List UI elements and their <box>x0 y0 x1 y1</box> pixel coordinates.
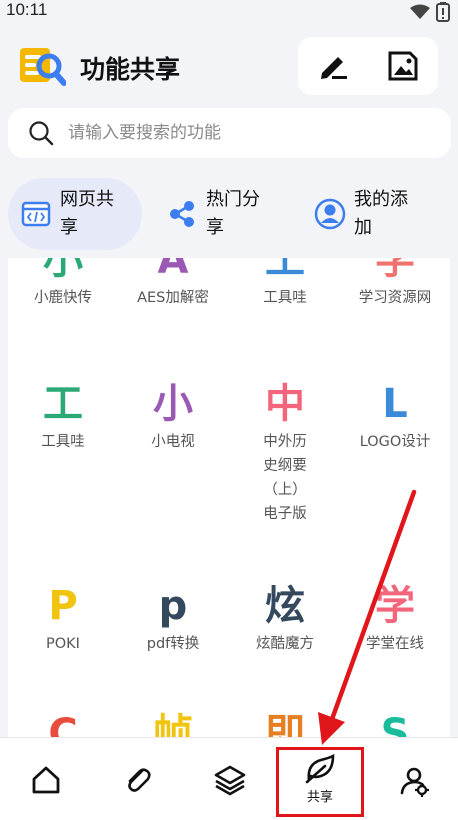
grid-item[interactable]: 小 小电视 <box>118 380 228 454</box>
grid-item[interactable]: L LOGO设计 <box>340 380 450 454</box>
item-label: LOGO设计 <box>359 434 431 450</box>
status-icons <box>410 2 450 22</box>
webpage-code-icon <box>20 198 52 230</box>
grid-item[interactable]: 即 <box>230 710 340 738</box>
pencil-icon <box>321 57 347 79</box>
tab-label: 网页共享 <box>60 189 114 238</box>
item-glyph: 帧 <box>153 711 193 738</box>
bottom-nav: 共享 <box>0 737 458 820</box>
grid-item[interactable]: 小 小鹿快传 <box>8 258 118 310</box>
tab-label: 热门分享 <box>206 189 260 238</box>
function-grid: 小 小鹿快传 A AES加解密 工 工具哇 学 学习资源网 工 工具哇 小 小电… <box>8 258 450 738</box>
tab-webpage-share[interactable]: 网页共享 <box>8 178 142 250</box>
image-icon <box>388 51 418 81</box>
grid-item[interactable]: 学 学堂在线 <box>340 582 450 656</box>
grid-item[interactable]: 炫 炫酷魔方 <box>230 582 340 656</box>
item-glyph: 学 <box>375 583 415 629</box>
item-glyph: 小 <box>43 258 83 283</box>
grid-item[interactable]: 学 学习资源网 <box>340 258 450 310</box>
item-glyph: C <box>48 711 78 738</box>
nav-share-label: 共享 <box>306 790 333 805</box>
item-label: 学堂在线 <box>366 636 424 652</box>
leaf-icon <box>305 754 335 784</box>
item-label: 学习资源网 <box>358 290 432 306</box>
tab-hot-share[interactable]: 热门分享 <box>166 178 296 250</box>
wifi-icon <box>410 4 430 19</box>
image-button[interactable] <box>383 46 423 86</box>
grid-item[interactable]: A AES加解密 <box>118 258 228 310</box>
grid-item[interactable]: 工 工具哇 <box>8 380 118 454</box>
search-input[interactable] <box>68 123 408 143</box>
app-logo-icon <box>20 48 66 86</box>
grid-item[interactable]: S <box>340 710 450 738</box>
item-glyph: 学 <box>375 258 415 283</box>
item-glyph: 即 <box>265 711 305 738</box>
item-glyph: 中 <box>265 381 305 427</box>
item-glyph: 工 <box>43 381 83 427</box>
tab-label: 我的添加 <box>354 189 408 238</box>
grid-item[interactable]: p pdf转换 <box>118 582 228 656</box>
layers-icon <box>214 765 245 795</box>
profile-gear-icon <box>400 767 429 797</box>
item-label: 小鹿快传 <box>34 290 92 306</box>
share-icon <box>166 198 198 230</box>
nav-share[interactable]: 共享 <box>276 738 364 820</box>
paperclip-icon <box>127 767 151 792</box>
item-glyph: P <box>48 583 78 629</box>
grid-item[interactable]: 工 工具哇 <box>230 258 340 310</box>
tab-my-added[interactable]: 我的添加 <box>314 178 444 250</box>
item-glyph: 工 <box>265 258 305 283</box>
item-glyph: A <box>157 258 189 283</box>
nav-attachments[interactable] <box>92 738 183 820</box>
item-label: pdf转换 <box>146 636 200 652</box>
item-label: AES加解密 <box>137 290 209 306</box>
item-label: 工具哇 <box>41 434 85 450</box>
status-bar: 10:11 <box>0 0 458 24</box>
item-label: 中外历史纲要（上）电子版 <box>263 434 307 522</box>
item-glyph: 小 <box>153 381 193 427</box>
header-actions <box>298 37 438 95</box>
nav-home[interactable] <box>0 738 91 820</box>
user-circle-icon <box>314 198 346 230</box>
item-label: 小电视 <box>151 434 195 450</box>
search-icon <box>29 121 54 146</box>
item-glyph: 炫 <box>265 583 305 629</box>
grid-item[interactable]: 中 中外历史纲要（上）电子版 <box>230 380 340 526</box>
item-glyph: p <box>158 583 188 629</box>
item-label: 工具哇 <box>263 290 307 306</box>
item-glyph: S <box>380 711 410 738</box>
grid-item[interactable]: P POKI <box>8 582 118 656</box>
home-icon <box>32 766 59 793</box>
battery-icon <box>436 2 450 22</box>
page-title: 功能共享 <box>80 55 181 84</box>
item-label: POKI <box>46 636 80 652</box>
grid-item[interactable]: C <box>8 710 118 738</box>
grid-item[interactable]: 帧 <box>118 710 228 738</box>
nav-layers[interactable] <box>184 738 275 820</box>
nav-profile[interactable] <box>368 738 458 820</box>
edit-button[interactable] <box>313 46 353 86</box>
item-glyph: L <box>382 381 408 427</box>
item-label: 炫酷魔方 <box>256 636 314 652</box>
search-bar[interactable] <box>8 108 451 158</box>
status-time: 10:11 <box>6 0 48 19</box>
